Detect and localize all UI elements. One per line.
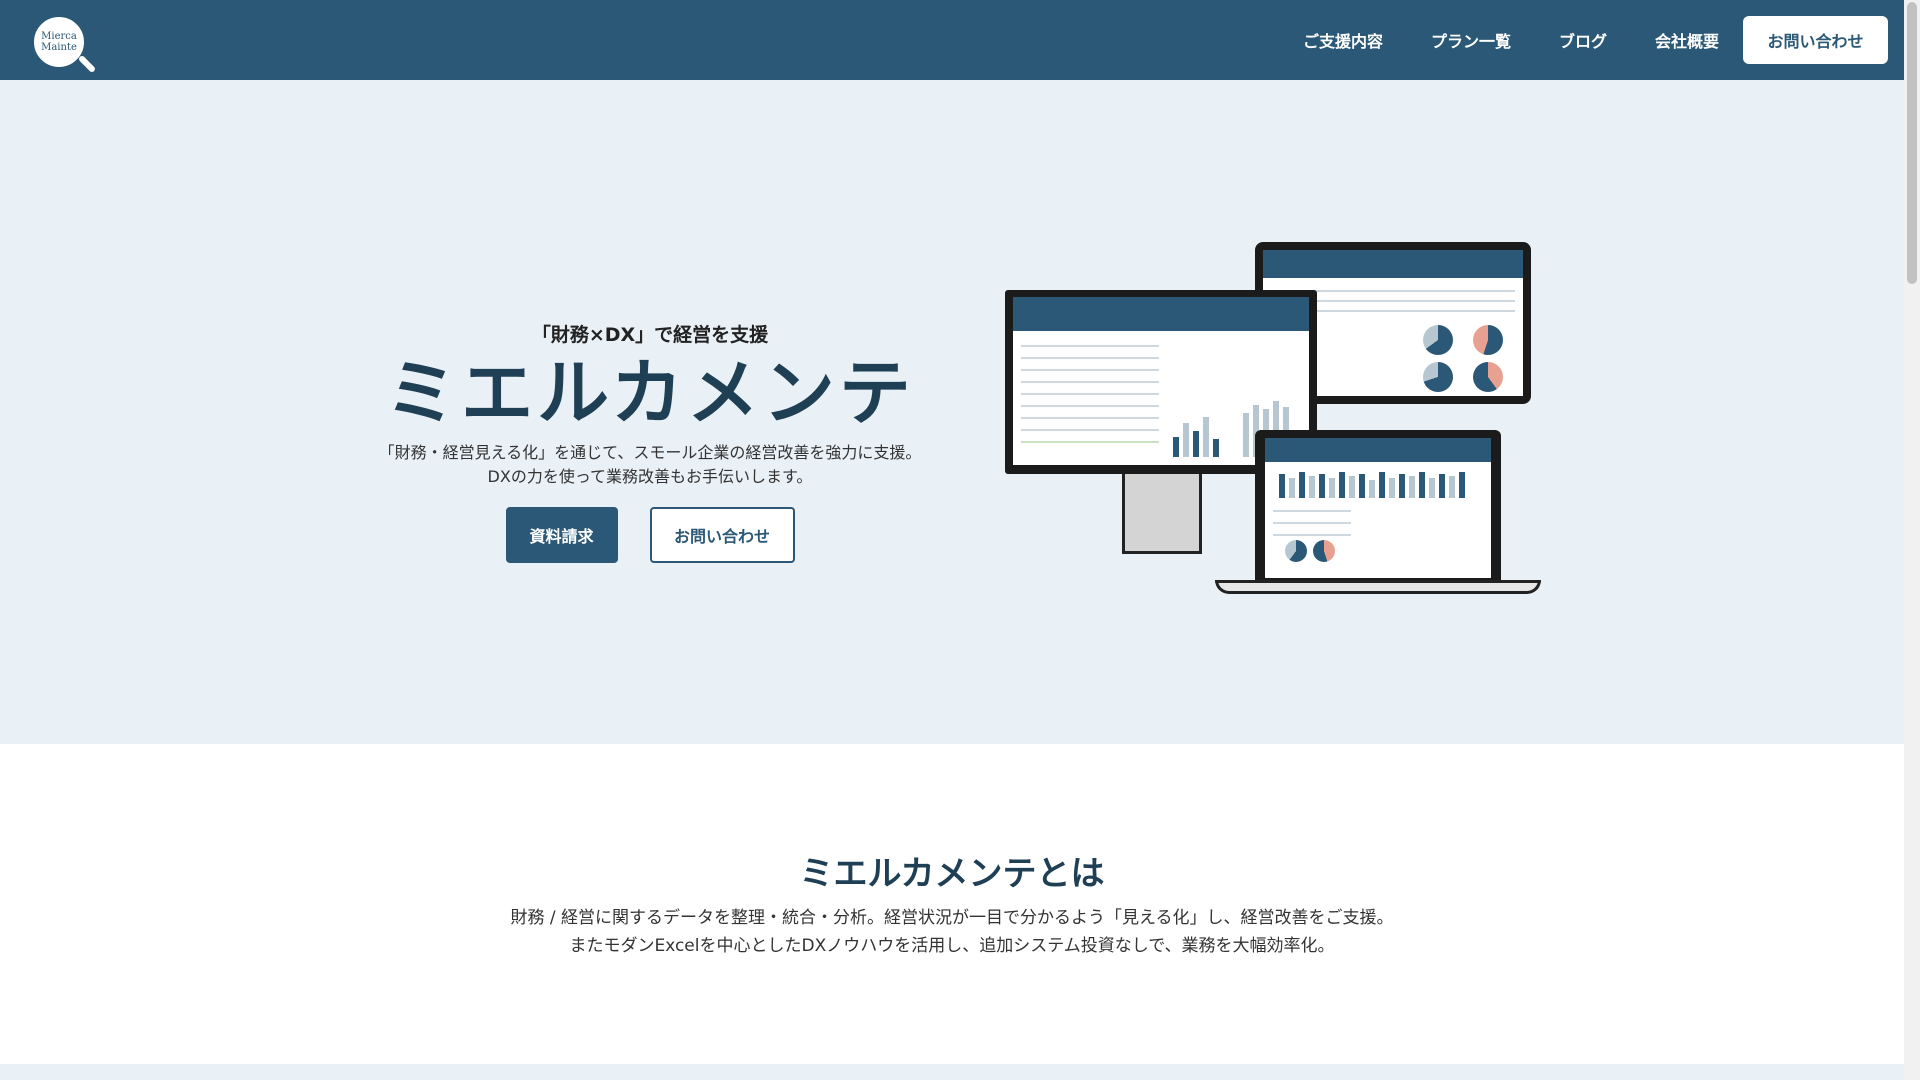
bar-mark [1399,474,1405,498]
page-scrollbar[interactable] [1904,0,1920,1080]
pie-chart-icon [1423,362,1453,392]
logo-magnifier-icon: Mierca Mainte [34,17,84,67]
contact-button[interactable]: お問い合わせ [1743,16,1888,64]
laptop-screen-header [1265,438,1491,462]
bar-mark [1183,423,1189,457]
hero-desc-line2: DXの力を使って業務改善もお手伝いします。 [487,467,813,486]
bar-mark [1203,417,1209,457]
about-description: 財務 / 経営に関するデータを整理・統合・分析。経営状況が一目で分かるよう「見え… [0,904,1904,960]
scrollbar-thumb[interactable] [1907,2,1917,284]
bar-mark [1339,472,1345,498]
monitor-row [1021,393,1159,395]
hero-tagline: 「財務×DX」で経営を支援 [531,324,769,346]
logo[interactable]: Mierca Mainte [34,9,97,74]
pie-chart-icon [1473,325,1503,355]
hero-contact-button[interactable]: お問い合わせ [649,507,795,563]
bar-mark [1279,474,1285,498]
monitor-row [1021,429,1159,431]
monitor-row [1021,369,1159,371]
nav-item-services[interactable]: ご支援内容 [1303,28,1383,52]
about-section: ミエルカメンテとは 財務 / 経営に関するデータを整理・統合・分析。経営状況が一… [0,744,1904,1064]
bar-mark [1289,478,1295,498]
monitor-row [1021,345,1159,347]
bar-mark [1409,476,1415,498]
tablet-screen-header [1263,250,1523,278]
devices-illustration [1000,230,1560,594]
nav-item-blog[interactable]: ブログ [1559,28,1607,52]
monitor-row [1021,381,1159,383]
laptop-illustration [1255,430,1501,580]
bar-mark [1359,474,1365,498]
bar-mark [1243,413,1249,457]
next-section-edge [0,1064,1904,1080]
pie-chart-icon [1285,540,1307,562]
pie-chart-icon [1423,325,1453,355]
site-header: Mierca Mainte ご支援内容 プラン一覧 ブログ 会社概要 お問い合わ… [0,0,1904,80]
bar-mark [1349,476,1355,498]
bar-mark [1379,472,1385,498]
about-desc-line1: 財務 / 経営に関するデータを整理・統合・分析。経営状況が一目で分かるよう「見え… [510,908,1394,928]
laptop-screen [1265,438,1491,578]
bar-mark [1419,472,1425,498]
bar-mark [1193,431,1199,457]
logo-text-line2: Mainte [41,42,77,53]
monitor-row [1021,441,1159,443]
bar-mark [1213,439,1219,457]
nav-item-company[interactable]: 会社概要 [1655,28,1719,52]
hero-content: 「財務×DX」で経営を支援 ミエルカメンテ 「財務・経営見える化」を通じて、スモ… [330,320,970,563]
laptop-base [1215,580,1541,594]
logo-text-line1: Mierca [41,31,77,42]
hero-buttons: 資料請求 お問い合わせ [330,507,970,563]
bar-mark [1173,437,1179,457]
monitor-screen-header [1013,297,1309,331]
laptop-row [1273,534,1351,536]
about-title: ミエルカメンテとは [799,854,1105,894]
bar-mark [1319,474,1325,498]
main-nav: ご支援内容 プラン一覧 ブログ 会社概要 お問い合わせ [1255,16,1888,64]
laptop-row [1273,510,1351,512]
pie-chart-icon [1473,362,1503,392]
laptop-row [1273,522,1351,524]
bar-mark [1459,472,1465,498]
bar-mark [1309,476,1315,498]
magnifier-handle-icon [77,54,97,74]
bar-mark [1329,478,1335,498]
bar-mark [1389,478,1395,498]
hero-description: 「財務・経営見える化」を通じて、スモール企業の経営改善を強力に支援。 DXの力を… [330,441,970,489]
nav-item-plans[interactable]: プラン一覧 [1431,28,1511,52]
page: Mierca Mainte ご支援内容 プラン一覧 ブログ 会社概要 お問い合わ… [0,0,1904,1080]
hero-title: ミエルカメンテ [385,351,915,435]
bar-mark [1369,480,1375,498]
monitor-row [1021,357,1159,359]
request-materials-button[interactable]: 資料請求 [505,507,618,563]
pie-chart-icon [1313,540,1335,562]
monitor-row [1021,417,1159,419]
bar-mark [1299,472,1305,498]
hero-section: 「財務×DX」で経営を支援 ミエルカメンテ 「財務・経営見える化」を通じて、スモ… [0,80,1904,744]
about-desc-line2: またモダンExcelを中心としたDXノウハウを活用し、追加システム投資なしで、業… [569,936,1335,956]
monitor-stand [1122,474,1202,554]
bar-mark [1429,478,1435,498]
bar-mark [1449,476,1455,498]
hero-desc-line1: 「財務・経営見える化」を通じて、スモール企業の経営改善を強力に支援。 [378,443,922,462]
bar-mark [1439,474,1445,498]
monitor-row [1021,405,1159,407]
